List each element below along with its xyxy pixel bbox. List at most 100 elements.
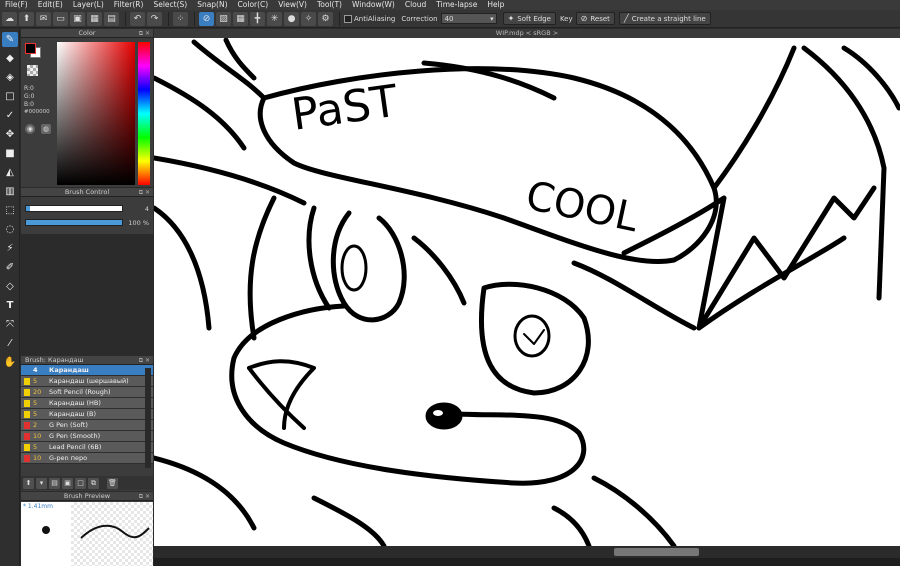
canvas-horizontal-scrollbar[interactable] [154, 546, 900, 558]
brush-copy-icon[interactable]: ⧉ [88, 477, 99, 489]
layers-icon[interactable]: ▤ [104, 11, 119, 26]
grid-icon[interactable]: ▦ [87, 11, 102, 26]
brush-settings-icon[interactable]: ▾ [36, 477, 47, 489]
rect-icon[interactable]: □ [2, 89, 18, 104]
hand-icon[interactable]: ✋ [2, 355, 18, 370]
color-picker-icon[interactable]: ◍ [41, 124, 51, 134]
brush-delete-icon[interactable]: 🗑 [107, 477, 118, 489]
brush-folder-icon[interactable]: ▣ [62, 477, 73, 489]
soft-edge-button[interactable]: ✦ Soft Edge [502, 12, 556, 25]
antialiasing-label: AntiAliasing [354, 14, 396, 23]
snap-parallel-icon[interactable]: ▨ [216, 11, 231, 26]
panel-controls[interactable]: ⧉ ✕ [139, 492, 150, 501]
snap-off-icon[interactable]: ⊘ [199, 11, 214, 26]
brush-list-item[interactable]: 10 G Pen (Smooth) [21, 431, 153, 442]
lasso-icon[interactable]: ◌ [2, 222, 18, 237]
correction-select[interactable]: 40 [440, 13, 497, 24]
menu-filter[interactable]: Filter(R) [109, 0, 149, 10]
brush-icon[interactable]: ✎ [2, 32, 18, 47]
pen-check-icon[interactable]: ✓ [2, 108, 18, 123]
snap-grid-icon[interactable]: ▦ [233, 11, 248, 26]
select-eraser-icon[interactable]: ◇ [2, 279, 18, 294]
bucket-icon[interactable]: ◭ [2, 165, 18, 180]
snap-radial-icon[interactable]: ✳ [267, 11, 282, 26]
menu-time-lapse[interactable]: Time-lapse [431, 0, 482, 10]
text-icon[interactable]: T [2, 298, 18, 313]
snap-curve-icon[interactable]: ✧ [301, 11, 316, 26]
brush-name-label: G Pen (Smooth) [49, 432, 101, 440]
select-rect-icon[interactable]: ⬚ [2, 203, 18, 218]
snap-cross-icon[interactable]: ╋ [250, 11, 265, 26]
brush-list-item[interactable]: 5 Карандаш (B) [21, 409, 153, 420]
redo-icon[interactable]: ↷ [147, 11, 162, 26]
eyedropper-icon[interactable]: ⁄ [2, 336, 18, 351]
gradient-icon[interactable]: ▥ [2, 184, 18, 199]
menu-window[interactable]: Window(W) [347, 0, 400, 10]
saturation-value-picker[interactable] [57, 42, 135, 185]
brush-list-item[interactable]: 5 Карандаш (HB) [21, 398, 153, 409]
canvas-title[interactable]: WIP.mdp < sRGB > [154, 29, 900, 38]
diamond-icon: ✦ [507, 14, 515, 23]
snap-circle-icon[interactable]: ● [284, 11, 299, 26]
brush-list-item[interactable]: 2 G Pen (Soft) [21, 420, 153, 431]
brush-opacity-slider[interactable] [25, 219, 123, 226]
menu-tool[interactable]: Tool(T) [312, 0, 347, 10]
menu-edit[interactable]: Edit(E) [33, 0, 68, 10]
reset-button[interactable]: ⊘ Reset [575, 12, 615, 25]
straight-line-button[interactable]: ╱ Create a straight line [618, 12, 711, 25]
menu-file[interactable]: File(F) [0, 0, 33, 10]
menu-cloud[interactable]: Cloud [400, 0, 431, 10]
cloud-icon[interactable]: ☁ [2, 11, 17, 26]
panel-controls[interactable]: ⧉ ✕ [139, 356, 150, 365]
brush-list-item[interactable]: 10 G-pen перо [21, 453, 153, 464]
antialiasing-checkbox[interactable]: AntiAliasing [344, 14, 396, 23]
palette-icon[interactable]: ◉ [25, 124, 35, 134]
brush-color-tag [24, 377, 30, 385]
move-icon[interactable]: ✥ [2, 127, 18, 142]
cloud-download-icon[interactable]: ⬆ [23, 477, 34, 489]
foreground-color-swatch[interactable] [25, 43, 36, 54]
snap-settings-icon[interactable]: ⚙ [318, 11, 333, 26]
magic-wand-icon[interactable]: ⚡ [2, 241, 18, 256]
menu-snap[interactable]: Snap(N) [192, 0, 232, 10]
fill-eraser-icon[interactable]: ◈ [2, 70, 18, 85]
brush-list-item[interactable]: 4 Карандаш [21, 365, 153, 376]
save-icon[interactable]: ⬆ [19, 11, 34, 26]
eraser-icon[interactable]: ◆ [2, 51, 18, 66]
brush-add-icon[interactable]: ▤ [49, 477, 60, 489]
menu-layer[interactable]: Layer(L) [68, 0, 109, 10]
image-icon[interactable]: ▣ [70, 11, 85, 26]
chat-icon[interactable]: ✉ [36, 11, 51, 26]
brush-name-label: Lead Pencil (6B) [49, 443, 102, 451]
brush-list-item[interactable]: 5 Lead Pencil (6B) [21, 442, 153, 453]
hue-slider[interactable] [138, 42, 150, 185]
menu-help[interactable]: Help [482, 0, 509, 10]
select-pen-icon[interactable]: ✐ [2, 260, 18, 275]
panel-controls[interactable]: ⧉ ✕ [139, 188, 150, 197]
brush-opacity-value[interactable]: 100 % [128, 219, 149, 227]
menu-color[interactable]: Color(C) [233, 0, 274, 10]
brush-size-readout: * 1.41mm [23, 503, 53, 510]
lineart-stroke [801, 45, 887, 301]
hex-value[interactable]: #000000 [24, 109, 50, 115]
drawing-canvas[interactable]: PaST COOL [154, 38, 900, 546]
brush-list-item[interactable]: 5 Карандаш (шершавый) [21, 376, 153, 387]
panel-controls[interactable]: ⧉ ✕ [139, 29, 150, 38]
scroll-thumb[interactable] [614, 548, 699, 556]
brush-new-icon[interactable]: □ [75, 477, 86, 489]
brush-stroke-preview [71, 502, 153, 566]
comment-icon[interactable]: ▭ [53, 11, 68, 26]
transparent-color-swatch[interactable] [27, 65, 38, 76]
transform-icon[interactable]: ⤧ [2, 317, 18, 332]
undo-icon[interactable]: ↶ [130, 11, 145, 26]
brush-name-label: Карандаш (B) [49, 410, 96, 418]
brush-list-scrollbar[interactable] [145, 368, 151, 468]
menu-view[interactable]: View(V) [273, 0, 312, 10]
nose [425, 402, 463, 430]
brush-list-item[interactable]: 20 Soft Pencil (Rough) [21, 387, 153, 398]
menu-select[interactable]: Select(S) [148, 0, 192, 10]
deselect-icon[interactable]: ⁘ [173, 11, 188, 26]
rect-fill-icon[interactable]: ■ [2, 146, 18, 161]
brush-size-value[interactable]: 4 [145, 205, 149, 213]
brush-size-slider[interactable] [25, 205, 123, 212]
